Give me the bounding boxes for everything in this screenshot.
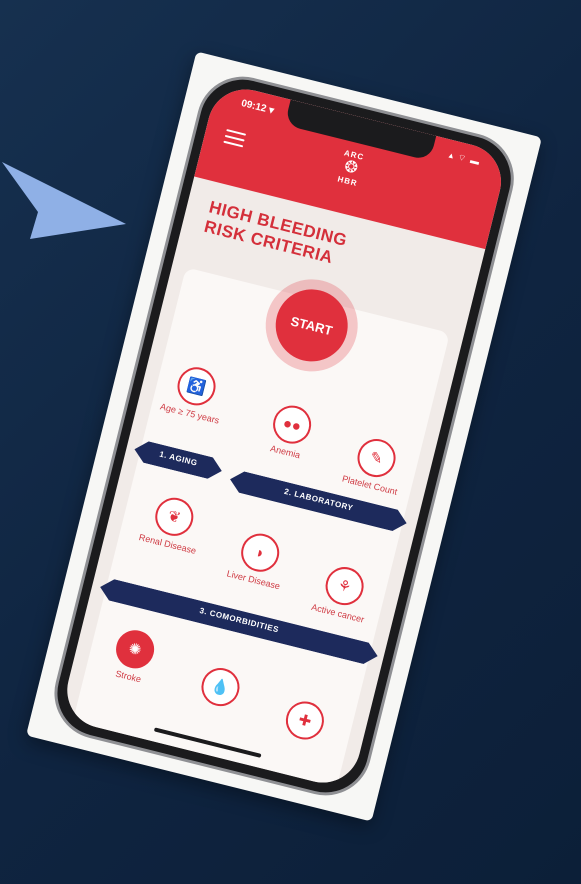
lungs-icon: ⚘ [321, 563, 368, 610]
criterion-medication[interactable]: ✚ [265, 694, 343, 752]
criterion-age[interactable]: ♿ Age ≥ 75 years [154, 359, 235, 427]
blood-cells-icon: ●● [269, 401, 316, 448]
kidney-icon: ❦ [151, 493, 198, 540]
start-button-ring: START [255, 269, 368, 382]
status-time: 09:12 ▾ [240, 97, 276, 117]
banner-aging: 1. AGING [132, 439, 225, 482]
walking-person-icon: ♿ [173, 363, 220, 410]
brain-icon: ✺ [112, 626, 159, 673]
blood-drop-icon: 💧 [197, 664, 244, 711]
criterion-renal[interactable]: ❦ Renal Disease [132, 490, 213, 558]
status-icons: ▴ ⌔ ▬ [447, 149, 482, 168]
criterion-anemia[interactable]: ●● Anemia [250, 398, 331, 466]
pointer-arrow [2, 162, 126, 239]
criterion-platelet[interactable]: ✎ Platelet Count [334, 431, 415, 499]
criterion-stroke[interactable]: ✺ Stroke [93, 622, 174, 690]
criterion-liver[interactable]: ◗ Liver Disease [218, 526, 299, 594]
criterion-cancer[interactable]: ⚘ Active cancer [302, 559, 383, 627]
syringe-icon: ✎ [353, 434, 400, 482]
criteria-card: START ♿ Age ≥ 75 years ●● Anemia ✎ Plate… [72, 267, 450, 788]
medication-box-icon: ✚ [281, 697, 328, 744]
start-button[interactable]: START [268, 281, 356, 370]
criterion-bleeding[interactable]: 💧 [181, 660, 259, 718]
app-logo: ARC ❂ HBR [315, 144, 383, 207]
liver-icon: ◗ [237, 529, 284, 576]
hamburger-menu-icon[interactable] [223, 129, 247, 148]
